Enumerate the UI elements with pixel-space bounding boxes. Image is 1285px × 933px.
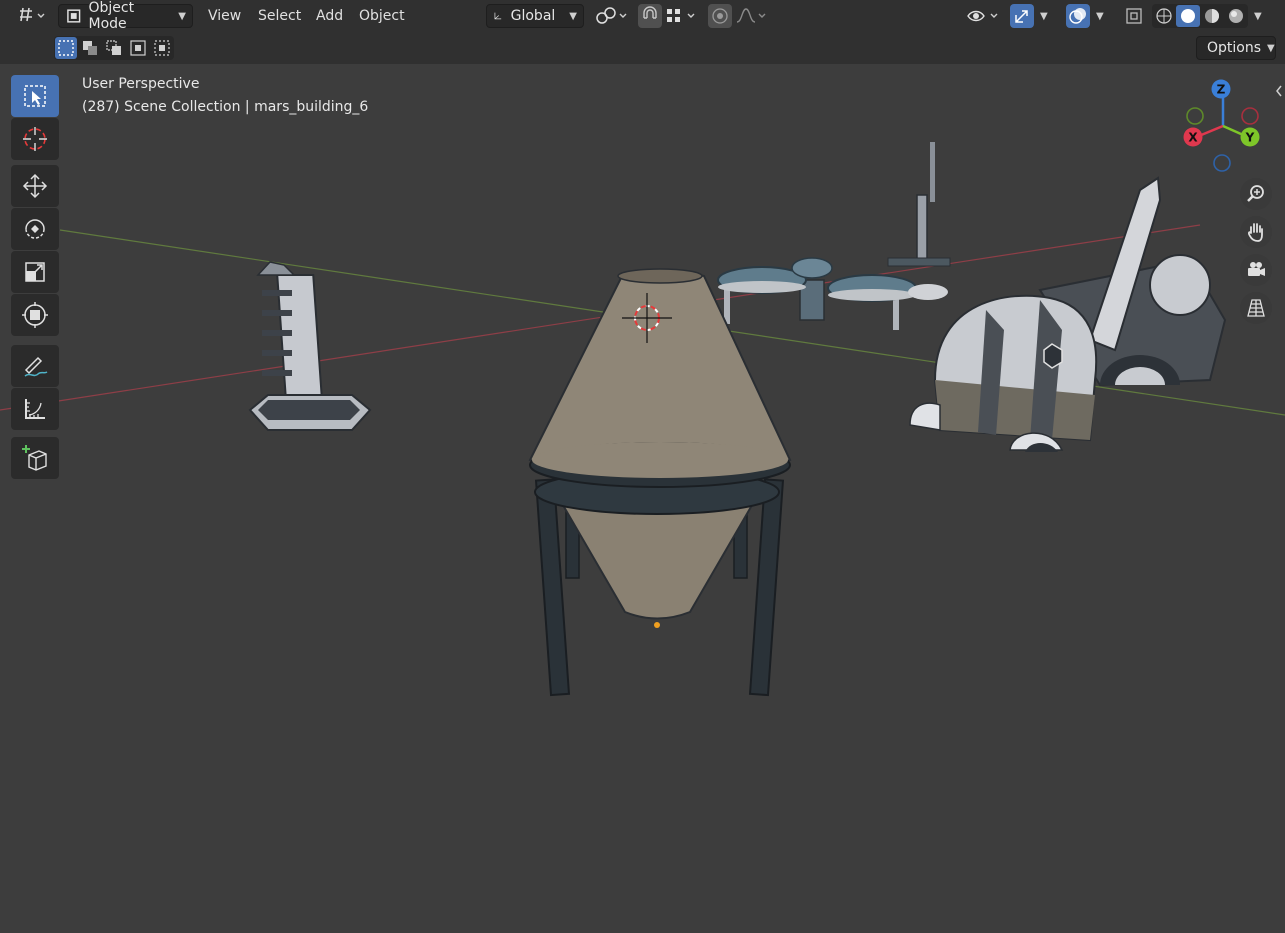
annotate-pencil-icon [24, 356, 48, 377]
proportional-editing-toggle[interactable] [708, 4, 732, 28]
y-axis-label: Y [1245, 131, 1255, 145]
scene-canvas[interactable] [0, 64, 1285, 933]
viewport-header: Object Mode ▼ View Select Add Object Glo… [0, 0, 1285, 32]
mars-building-6-object[interactable] [528, 268, 792, 697]
select-box-icon [24, 85, 46, 107]
selection-mode-icons [55, 37, 170, 59]
orientation-axes-icon [494, 12, 502, 20]
move-arrows-icon [22, 173, 48, 199]
snap-increment-icon [667, 9, 695, 22]
gizmo-arrow-icon [1015, 10, 1028, 23]
zoom-button[interactable] [1240, 178, 1272, 210]
magnet-icon [643, 6, 657, 19]
sidebar-toggle-icon[interactable] [1274, 84, 1284, 98]
3d-viewport[interactable]: User Perspective (287) Scene Collection … [0, 64, 1285, 933]
tool-settings-bar: Options ▼ [0, 32, 1285, 64]
xray-icon [1126, 8, 1142, 24]
shading-dropdown[interactable]: ▼ [1250, 4, 1270, 28]
transform-orientation-dropdown[interactable]: Global ▼ [486, 4, 584, 28]
perspective-label: User Perspective [82, 76, 200, 92]
menu-add[interactable]: Add [316, 4, 343, 28]
overlays-toggle[interactable] [1066, 4, 1090, 28]
rotate-icon [25, 219, 45, 239]
visibility-dropdown[interactable] [964, 4, 1004, 28]
editor-type-icon [20, 7, 45, 22]
cursor-tool[interactable] [11, 118, 59, 160]
pan-button[interactable] [1240, 216, 1272, 248]
annotate-tool[interactable] [11, 345, 59, 387]
mode-dropdown[interactable]: Object Mode ▼ [58, 0, 193, 32]
pivot-link-icon [596, 7, 627, 24]
options-dropdown[interactable]: Options ▼ [1196, 36, 1276, 60]
transform-tool[interactable] [11, 294, 59, 336]
move-tool[interactable] [11, 165, 59, 207]
select-box-tool[interactable] [11, 75, 59, 117]
gizmo-toggle[interactable] [1010, 4, 1034, 28]
add-cube-icon [22, 445, 47, 471]
eye-icon [967, 10, 998, 22]
gizmo-dropdown[interactable]: ▼ [1036, 4, 1056, 28]
overlays-icon [1069, 8, 1086, 24]
add-cube-tool[interactable] [11, 437, 59, 479]
menu-select[interactable]: Select [258, 4, 301, 28]
transform-icon [22, 302, 48, 328]
falloff-dropdown[interactable] [734, 4, 772, 28]
xray-toggle[interactable] [1122, 4, 1146, 28]
perspective-grid-icon [1247, 299, 1265, 317]
editor-type-button[interactable] [10, 4, 50, 28]
collection-label: (287) Scene Collection | mars_building_6 [82, 99, 369, 115]
camera-icon [1248, 262, 1265, 276]
falloff-curve-icon [736, 8, 766, 23]
x-axis-label: X [1188, 131, 1198, 145]
toggle-perspective-button[interactable] [1240, 292, 1272, 324]
chevron-down-icon: ▼ [1254, 10, 1262, 22]
navigation-gizmo[interactable]: Z X Y [1178, 78, 1268, 178]
dish-station-object[interactable] [717, 142, 951, 330]
menu-object[interactable]: Object [359, 4, 405, 28]
neg-x-axis-handle[interactable] [1241, 107, 1259, 125]
rotate-tool[interactable] [11, 208, 59, 250]
antenna-tower-object[interactable] [248, 261, 372, 431]
snap-toggle[interactable] [638, 4, 662, 28]
object-mode-icon [67, 9, 81, 23]
orientation-label: Global [510, 8, 556, 24]
chevron-down-icon: ▼ [1040, 10, 1048, 22]
pivot-point-dropdown[interactable] [592, 4, 632, 28]
ruler-icon [25, 399, 45, 419]
overlays-dropdown[interactable]: ▼ [1092, 4, 1112, 28]
shading-modes-icons [1156, 5, 1243, 27]
mode-label: Object Mode [88, 0, 135, 32]
zoom-magnifier-icon [1247, 185, 1264, 202]
camera-view-button[interactable] [1240, 254, 1272, 286]
cursor-crosshair-icon [23, 127, 47, 151]
chevron-down-icon: ▼ [1267, 42, 1275, 54]
chevron-down-icon: ▼ [178, 10, 186, 22]
options-label: Options [1207, 40, 1262, 56]
menu-view[interactable]: View [208, 4, 241, 28]
chevron-down-icon: ▼ [569, 10, 577, 22]
neg-z-axis-handle[interactable] [1213, 154, 1231, 172]
scale-tool[interactable] [11, 251, 59, 293]
z-axis-label: Z [1217, 83, 1226, 97]
hand-icon [1248, 223, 1263, 242]
shading-mode-group [1152, 4, 1248, 28]
snap-target-dropdown[interactable] [664, 4, 702, 28]
scale-icon [25, 262, 45, 282]
chevron-down-icon: ▼ [1096, 10, 1104, 22]
measure-tool[interactable] [11, 388, 59, 430]
selection-mode-group [54, 36, 174, 60]
proportional-circle-icon [712, 8, 728, 24]
dome-base-object[interactable] [909, 176, 1227, 452]
neg-y-axis-handle[interactable] [1186, 107, 1204, 125]
